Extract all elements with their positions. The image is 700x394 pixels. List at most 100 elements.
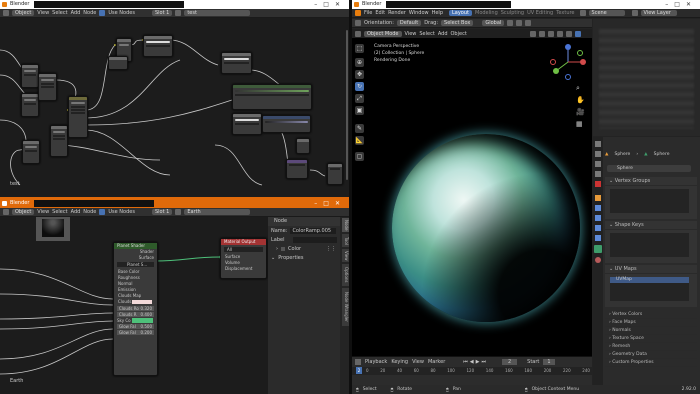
menu-object[interactable]: Object bbox=[451, 31, 467, 37]
mesh-name-field[interactable]: Sphere bbox=[607, 165, 691, 172]
node-small-6[interactable] bbox=[68, 96, 88, 138]
node-small-8[interactable] bbox=[108, 56, 128, 70]
scene-select[interactable]: Scene bbox=[588, 10, 625, 16]
constraints-tab-icon[interactable] bbox=[595, 235, 601, 241]
sky-color-swatch[interactable] bbox=[132, 318, 153, 323]
vertex-groups-header[interactable]: ⌄ Vertex Groups bbox=[605, 177, 697, 186]
input-clouds[interactable]: Clouds bbox=[114, 299, 157, 305]
output-target-select[interactable]: All bbox=[224, 247, 263, 252]
normals-header[interactable]: › Normals bbox=[605, 327, 697, 335]
start-frame-field[interactable]: 1 bbox=[543, 358, 555, 365]
mesh-data-tab-icon[interactable] bbox=[594, 245, 602, 253]
node-color-row[interactable]: › Color ⋮⋮ bbox=[268, 244, 340, 253]
texture-space-header[interactable]: › Texture Space bbox=[605, 335, 697, 343]
field-sky-color[interactable]: Sky Co bbox=[117, 318, 154, 323]
menu-view[interactable]: View bbox=[405, 31, 417, 37]
outliner[interactable] bbox=[593, 19, 700, 136]
node-small-11[interactable] bbox=[296, 138, 310, 154]
physics-tab-icon[interactable] bbox=[595, 225, 601, 231]
node-name-field[interactable]: ColorRamp.005 bbox=[290, 227, 337, 234]
menu-edit[interactable]: Edit bbox=[375, 10, 385, 16]
clouds-color-swatch[interactable] bbox=[132, 300, 152, 304]
select-tool-button[interactable]: ⬚ bbox=[355, 44, 364, 53]
node-colorramp-1[interactable] bbox=[143, 35, 173, 57]
node-small-5[interactable] bbox=[50, 125, 68, 157]
tab-sculpting[interactable]: Sculpting bbox=[501, 10, 524, 16]
face-maps-header[interactable]: › Face Maps bbox=[605, 319, 697, 327]
pivot-icon[interactable] bbox=[507, 20, 514, 26]
uv-maps-section[interactable]: ⌄ UV Maps UVMap bbox=[605, 265, 697, 307]
field-glow-fal-1[interactable]: Glow Fal 0.500 bbox=[117, 324, 154, 329]
tab-texture[interactable]: Texture bbox=[556, 10, 574, 16]
menu-playback[interactable]: Playback bbox=[365, 359, 387, 365]
object-tab-icon[interactable] bbox=[595, 195, 601, 201]
node-small-1[interactable] bbox=[21, 64, 39, 88]
uv-maps-header[interactable]: ⌄ UV Maps bbox=[605, 265, 697, 274]
menu-marker[interactable]: Marker bbox=[428, 359, 445, 365]
render-tab-icon[interactable] bbox=[595, 151, 601, 157]
view-layer-select[interactable]: View Layer bbox=[640, 10, 677, 16]
cursor-tool-button[interactable]: ⊕ bbox=[355, 58, 364, 67]
tab-tool[interactable]: Tool bbox=[342, 234, 349, 247]
orientation-select[interactable]: Default bbox=[396, 20, 422, 26]
node-label-field[interactable] bbox=[292, 236, 337, 243]
timeline-ruler[interactable]: 2 0 20 40 60 80 100 120 140 160 180 200 … bbox=[352, 367, 592, 375]
output-tab-icon[interactable] bbox=[595, 161, 601, 167]
custom-properties-header[interactable]: › Custom Properties bbox=[605, 359, 697, 367]
rotate-tool-button[interactable]: ↻ bbox=[355, 82, 364, 91]
pan-icon[interactable]: ✋ bbox=[576, 96, 585, 104]
current-frame-field[interactable]: 2 bbox=[501, 358, 518, 365]
node-small-9[interactable] bbox=[286, 159, 308, 179]
menu-add[interactable]: Add bbox=[438, 31, 448, 37]
blender-menu-icon[interactable] bbox=[355, 10, 361, 16]
vertex-groups-section[interactable]: ⌄ Vertex Groups bbox=[605, 177, 697, 219]
node-panel-title[interactable]: Node bbox=[268, 217, 340, 226]
vertex-groups-list[interactable] bbox=[610, 189, 689, 213]
tab-modeling[interactable]: Modeling bbox=[475, 10, 498, 16]
viewport-3d[interactable]: Camera Perspective (2) Collection | Sphe… bbox=[352, 38, 592, 356]
transform-tool-button[interactable]: ▣ bbox=[355, 106, 364, 115]
playhead[interactable]: 2 bbox=[356, 367, 362, 374]
editor-type-icon[interactable] bbox=[355, 358, 361, 365]
field-glow-fal-2[interactable]: Glow Fal 0.200 bbox=[117, 330, 154, 335]
tool-tab-icon[interactable] bbox=[595, 141, 601, 147]
editor-type-icon[interactable] bbox=[355, 30, 361, 37]
scale-tool-button[interactable]: ⤢ bbox=[355, 94, 364, 103]
shading-rendered-icon[interactable] bbox=[574, 30, 581, 37]
menu-render[interactable]: Render bbox=[388, 10, 406, 16]
material-output-header[interactable]: Material Output bbox=[221, 239, 266, 245]
remesh-header[interactable]: › Remesh bbox=[605, 343, 697, 351]
tab-options[interactable]: Options bbox=[342, 264, 349, 286]
node-small-2[interactable] bbox=[21, 93, 39, 117]
camera-view-icon[interactable]: 🎥 bbox=[576, 108, 585, 116]
shape-keys-section[interactable]: ⌄ Shape Keys bbox=[605, 221, 697, 263]
shading-material-icon[interactable] bbox=[565, 30, 572, 37]
proportional-icon[interactable] bbox=[525, 20, 532, 26]
node-small-3[interactable] bbox=[38, 73, 57, 101]
vertex-colors-header[interactable]: › Vertex Colors bbox=[605, 311, 697, 319]
add-cube-tool-button[interactable]: ▢ bbox=[355, 152, 364, 161]
ortho-toggle-icon[interactable]: ▦ bbox=[576, 120, 583, 128]
color-checkbox[interactable] bbox=[281, 246, 285, 251]
navigation-gizmo[interactable] bbox=[548, 42, 588, 82]
annotate-tool-button[interactable]: ✎ bbox=[355, 124, 364, 133]
measure-tool-button[interactable]: 📐 bbox=[355, 136, 364, 145]
modifier-tab-icon[interactable] bbox=[595, 205, 601, 211]
node-wide-1[interactable] bbox=[232, 84, 312, 110]
visibility-icon[interactable] bbox=[529, 30, 536, 37]
tab-uv-editing[interactable]: UV Editing bbox=[527, 10, 553, 16]
scene-tab-icon[interactable] bbox=[595, 171, 601, 177]
shading-solid-icon[interactable] bbox=[556, 30, 563, 37]
node-colorramp-2[interactable] bbox=[221, 52, 252, 74]
material-output-node[interactable]: Material Output All Surface Volume Displ… bbox=[220, 238, 267, 279]
geometry-data-header[interactable]: › Geometry Data bbox=[605, 351, 697, 359]
zoom-icon[interactable]: ⌕ bbox=[576, 84, 580, 93]
tab-layout[interactable]: Layout bbox=[449, 10, 472, 16]
material-tab-icon[interactable] bbox=[595, 257, 601, 263]
window-controls[interactable]: –□✕ bbox=[314, 199, 346, 208]
node-group-select[interactable]: Planet S... bbox=[117, 262, 154, 267]
shape-keys-header[interactable]: ⌄ Shape Keys bbox=[605, 221, 697, 230]
menu-keying[interactable]: Keying bbox=[391, 359, 408, 365]
tab-node-wrangler[interactable]: Node Wrangler bbox=[342, 288, 349, 326]
uv-maps-list[interactable]: UVMap bbox=[610, 277, 689, 301]
